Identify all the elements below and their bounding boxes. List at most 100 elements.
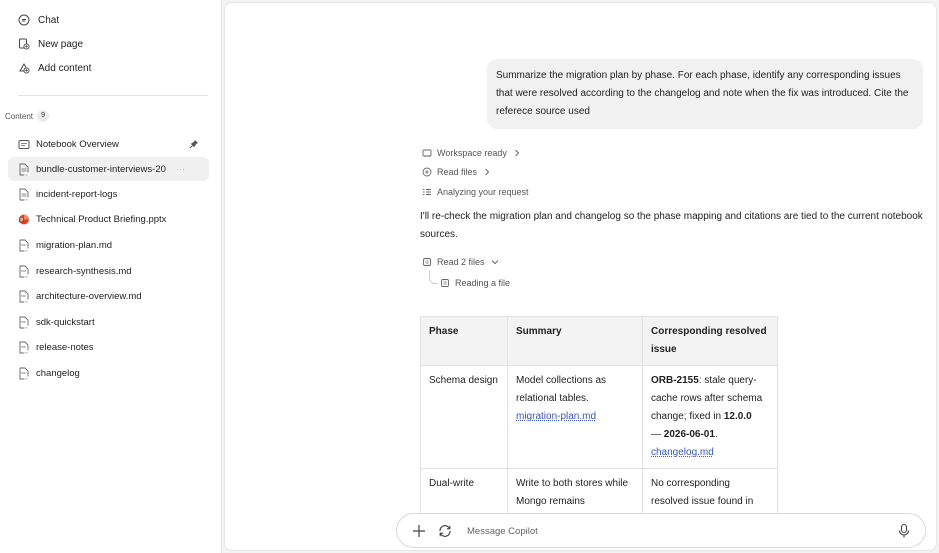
sidebar-divider (18, 95, 208, 96)
list-check-icon (423, 189, 431, 195)
file-label: migration-plan.md (36, 239, 113, 251)
table-header-row: Phase Summary Corresponding resolved iss… (420, 316, 778, 366)
file-item-technical-product-briefing[interactable]: P Technical Product Briefing.pptx (8, 207, 209, 231)
chevron-right-icon (485, 168, 490, 176)
file-icon: co (19, 163, 30, 176)
svg-text:MD: MD (21, 269, 27, 273)
message-composer (396, 513, 926, 548)
issue-end: . (714, 429, 718, 440)
message-input[interactable] (467, 523, 867, 539)
nav-new-page[interactable]: New page (18, 34, 83, 54)
svg-text:co: co (24, 197, 28, 201)
step-label: Reading a file (455, 278, 511, 288)
read-files-icon (441, 279, 449, 287)
file-label: architecture-overview.md (36, 290, 142, 302)
svg-text:co: co (24, 172, 28, 176)
chevron-down-icon (491, 260, 498, 265)
markdown-icon: MDco (19, 341, 30, 354)
step-read-files[interactable]: Read files (422, 167, 492, 177)
assistant-answer: I'll re-check the migration plan and cha… (420, 211, 923, 240)
svg-text:co: co (24, 248, 28, 252)
pin-icon[interactable] (189, 139, 199, 149)
file-item-migration-plan[interactable]: MD co migration-plan.md (8, 233, 209, 257)
sync-icon[interactable] (437, 523, 453, 539)
svg-text:co: co (24, 325, 28, 329)
issue-cell: No corresponding resolved issue found in (642, 468, 778, 518)
svg-text:MD: MD (21, 320, 27, 324)
nav-chat[interactable]: Chat (18, 10, 59, 30)
file-item-bundle-customer-interviews[interactable]: co bundle-customer-interviews-20 ··· (8, 157, 209, 181)
file-item-incident-report-logs[interactable]: co incident-report-logs (8, 182, 209, 206)
svg-text:MD: MD (21, 294, 27, 298)
file-label: sdk-quickstart (36, 316, 95, 328)
svg-text:co: co (24, 274, 28, 278)
table-header-cell: Phase (420, 316, 508, 366)
workspace-icon (422, 149, 432, 157)
issue-id: ORB-2155 (651, 375, 699, 386)
read-files-icon (423, 258, 431, 266)
file-icon: co (19, 188, 30, 201)
markdown-icon: MDco (19, 316, 30, 329)
new-page-icon (19, 38, 30, 50)
svg-text:co: co (24, 299, 28, 303)
svg-text:MD: MD (21, 371, 27, 375)
issue-date: 2026-06-01 (663, 429, 715, 440)
file-label: changelog (36, 367, 80, 379)
file-item-sdk-quickstart[interactable]: MD co sdk-quickstart (8, 310, 209, 334)
more-options-icon[interactable]: ··· (176, 164, 185, 174)
file-item-notebook-overview[interactable]: Notebook Overview (8, 132, 209, 156)
citation-link[interactable]: migration-plan.md (516, 411, 596, 422)
add-icon[interactable] (411, 523, 427, 539)
nav-add-content[interactable]: Add content (18, 58, 91, 78)
file-label: bundle-customer-interviews-20 (36, 163, 166, 175)
step-reading-file: Reading a file (440, 278, 510, 288)
notebook-icon (18, 139, 30, 149)
phase-issue-table: Phase Summary Corresponding resolved iss… (420, 316, 778, 518)
issue-version: 12.0.0 (723, 411, 752, 422)
tree-connector (429, 271, 438, 284)
summary-cell: Write to both stores while Mongo remains (507, 468, 643, 518)
markdown-icon: MDco (19, 290, 30, 303)
content-section-label: Content 9 (5, 110, 50, 122)
file-label: incident-report-logs (36, 188, 118, 200)
powerpoint-icon: P (19, 214, 29, 224)
markdown-icon: MDco (19, 239, 30, 252)
file-label: Technical Product Briefing.pptx (36, 213, 167, 225)
chat-icon (18, 14, 30, 26)
step-analyzing: Analyzing your request (422, 187, 529, 197)
phase-cell: Dual-write (420, 468, 508, 518)
file-item-research-synthesis[interactable]: MD co research-synthesis.md (8, 259, 209, 283)
file-item-changelog[interactable]: MD co changelog (8, 361, 209, 385)
nav-add-content-label: Add content (38, 62, 92, 74)
table-row: Schema design Model collections as relat… (420, 365, 778, 469)
phase-cell: Schema design (420, 365, 508, 469)
step-label: Read 2 files (437, 257, 485, 267)
step-workspace-ready[interactable]: Workspace ready (422, 148, 522, 158)
sidebar: Chat New page Add content Content 9 Note… (0, 0, 222, 553)
step-label: Analyzing your request (437, 187, 529, 197)
summary-text: Model collections as relational tables. (516, 375, 607, 404)
content-label-text: Content (5, 111, 34, 121)
user-message: Summarize the migration plan by phase. F… (487, 59, 923, 129)
nav-new-page-label: New page (38, 38, 84, 50)
svg-text:P: P (20, 217, 23, 222)
microphone-icon[interactable] (897, 523, 911, 539)
citation-link[interactable]: changelog.md (651, 447, 714, 458)
table-header-cell: Summary (507, 316, 643, 366)
chevron-right-icon (515, 149, 520, 157)
markdown-icon: MDco (19, 367, 30, 380)
content-count-badge: 9 (37, 110, 50, 122)
file-label: research-synthesis.md (36, 265, 132, 277)
markdown-icon: MDco (19, 265, 30, 278)
svg-text:MD: MD (21, 345, 27, 349)
issue-sep: — (651, 429, 664, 440)
step-read-two-files[interactable]: Read 2 files (422, 257, 500, 267)
step-label: Read files (437, 167, 478, 177)
svg-text:MD: MD (21, 243, 27, 247)
nav-chat-label: Chat (38, 14, 60, 26)
file-item-architecture-overview[interactable]: MD co architecture-overview.md (8, 284, 209, 308)
summary-cell: Model collections as relational tables. … (507, 365, 643, 469)
file-item-release-notes[interactable]: MD co release-notes (8, 335, 209, 359)
issue-cell: ORB-2155: stale query-cache rows after s… (642, 365, 778, 469)
svg-text:co: co (24, 376, 28, 380)
